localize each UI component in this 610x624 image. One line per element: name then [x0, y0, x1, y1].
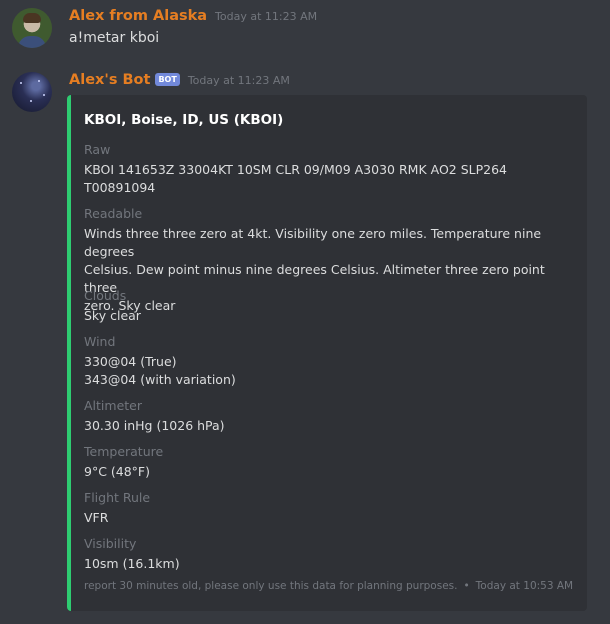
- field-line: 330@04 (True): [84, 354, 177, 369]
- footer-text: report 30 minutes old, please only use t…: [84, 580, 458, 592]
- field-readable-value: Winds three three zero at 4kt. Visibilit…: [84, 225, 554, 315]
- username[interactable]: Alex from Alaska: [69, 8, 207, 24]
- field-flight-rule-value: VFR: [84, 509, 554, 527]
- field-clouds-value: Sky clear: [84, 307, 554, 325]
- field-line: KBOI 141653Z 33004KT 10SM CLR 09/M09 A30…: [84, 162, 508, 177]
- field-raw-name: Raw: [84, 142, 111, 157]
- user-avatar[interactable]: [12, 8, 52, 48]
- field-temperature-name: Temperature: [84, 444, 164, 459]
- message-timestamp: Today at 11:23 AM: [215, 10, 318, 23]
- message-text: a!metar kboi: [69, 30, 160, 46]
- footer-separator: •: [463, 580, 470, 592]
- field-line: T00891094: [84, 180, 156, 195]
- embed-footer: report 30 minutes old, please only use t…: [84, 580, 573, 592]
- field-visibility-name: Visibility: [84, 536, 137, 551]
- field-line: Winds three three zero at 4kt. Visibilit…: [84, 226, 542, 259]
- message-header: Alex's Bot BOT Today at 11:23 AM: [69, 72, 290, 92]
- embed-title: KBOI, Boise, ID, US (KBOI): [84, 112, 284, 128]
- field-line: VFR: [84, 510, 109, 525]
- field-line: Celsius. Dew point minus nine degrees Ce…: [84, 262, 545, 295]
- field-line: 9°C (48°F): [84, 464, 151, 479]
- field-altimeter-name: Altimeter: [84, 398, 142, 413]
- field-visibility-value: 10sm (16.1km): [84, 555, 554, 573]
- field-line: 10sm (16.1km): [84, 556, 180, 571]
- field-altimeter-value: 30.30 inHg (1026 hPa): [84, 417, 554, 435]
- field-flight-rule-name: Flight Rule: [84, 490, 151, 505]
- field-line: 30.30 inHg (1026 hPa): [84, 418, 225, 433]
- metar-embed: KBOI, Boise, ID, US (KBOI) Raw KBOI 1416…: [67, 95, 587, 611]
- message-header: Alex from Alaska Today at 11:23 AM: [69, 8, 317, 28]
- field-temperature-value: 9°C (48°F): [84, 463, 554, 481]
- field-readable-name: Readable: [84, 206, 143, 221]
- field-line: 343@04 (with variation): [84, 372, 236, 387]
- field-clouds-name: Clouds: [84, 288, 127, 303]
- field-wind-name: Wind: [84, 334, 116, 349]
- footer-timestamp: Today at 10:53 AM: [475, 580, 574, 592]
- message-timestamp: Today at 11:23 AM: [187, 74, 290, 87]
- bot-badge: BOT: [155, 73, 180, 86]
- bot-avatar[interactable]: [12, 72, 52, 112]
- field-line: Sky clear: [84, 308, 141, 323]
- field-wind-value: 330@04 (True) 343@04 (with variation): [84, 353, 554, 389]
- field-raw-value: KBOI 141653Z 33004KT 10SM CLR 09/M09 A30…: [84, 161, 554, 197]
- bot-username[interactable]: Alex's Bot: [69, 72, 150, 88]
